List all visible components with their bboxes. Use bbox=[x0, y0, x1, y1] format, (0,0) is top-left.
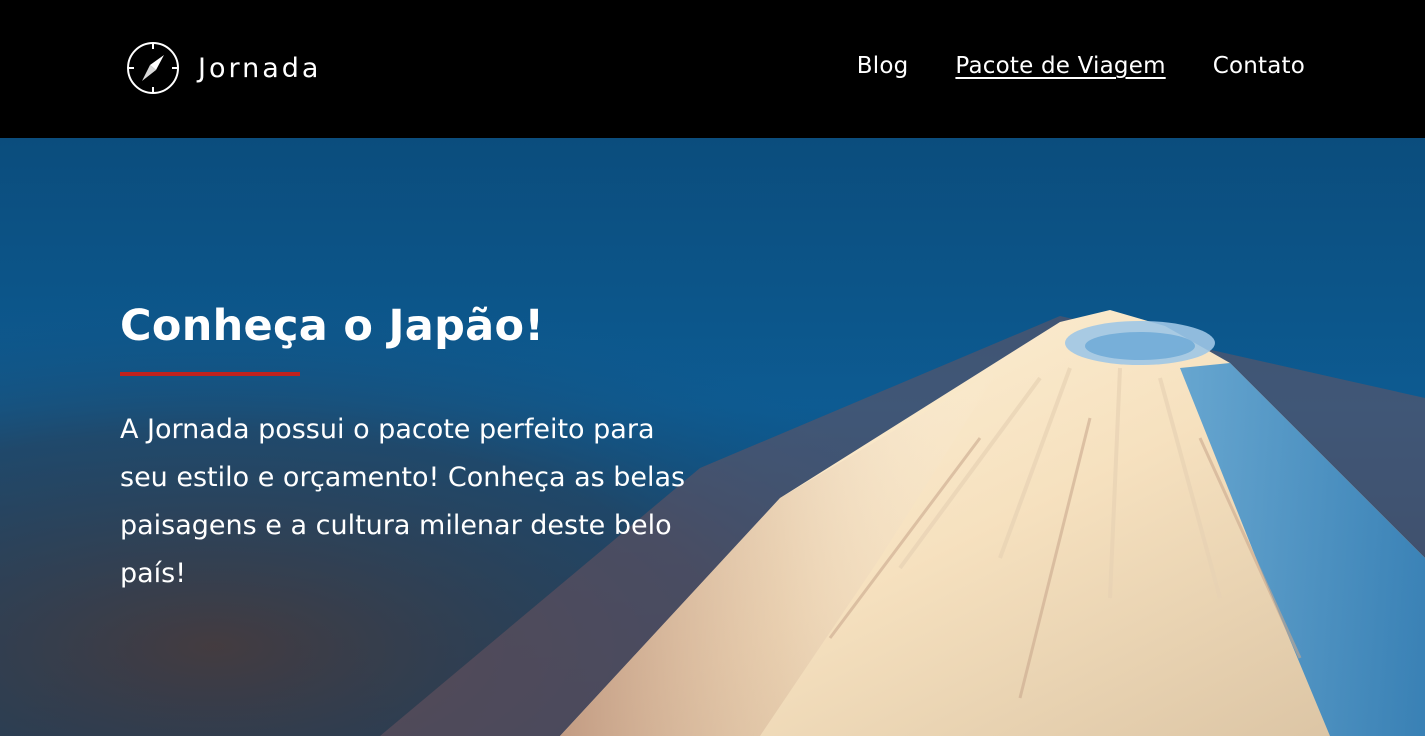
nav-item-travel-package: Pacote de Viagem bbox=[955, 50, 1165, 82]
hero-title: Conheça o Japão! bbox=[120, 301, 545, 351]
nav-link-travel-package[interactable]: Pacote de Viagem bbox=[955, 53, 1165, 79]
title-underline-divider bbox=[120, 372, 300, 376]
hero-content: Conheça o Japão! A Jornada possui o paco… bbox=[120, 296, 720, 598]
nav-link-blog[interactable]: Blog bbox=[857, 53, 909, 79]
compass-icon bbox=[127, 42, 179, 94]
nav-link-contact[interactable]: Contato bbox=[1213, 53, 1305, 79]
hero-section: Conheça o Japão! A Jornada possui o paco… bbox=[0, 138, 1425, 736]
page: Jornada Blog Pacote de Viagem Contato Co… bbox=[0, 0, 1425, 736]
nav-item-contact: Contato bbox=[1213, 50, 1305, 82]
nav-item-blog: Blog bbox=[857, 50, 909, 82]
site-header: Jornada Blog Pacote de Viagem Contato bbox=[0, 0, 1425, 138]
brand-name: Jornada bbox=[198, 52, 322, 84]
main-nav: Blog Pacote de Viagem Contato bbox=[857, 50, 1305, 82]
brand-logo-link[interactable]: Jornada bbox=[126, 41, 321, 95]
hero-description: A Jornada possui o pacote perfeito para … bbox=[120, 414, 686, 589]
